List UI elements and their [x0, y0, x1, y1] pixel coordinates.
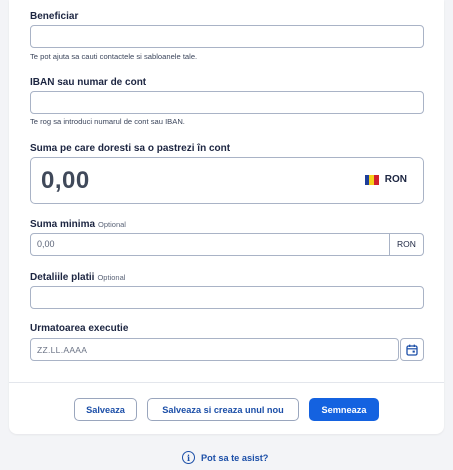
- currency-selector: RON: [364, 174, 407, 185]
- suma-pastrata-label: Suma pe care doresti sa o pastrezi în co…: [30, 143, 231, 154]
- suma-minima-label-text: Suma minima: [30, 219, 96, 230]
- date-input[interactable]: ZZ.LL.AAAA: [30, 338, 399, 361]
- save-new-button[interactable]: Salveaza si creaza unul nou: [147, 398, 299, 421]
- save-button[interactable]: Salveaza: [74, 398, 137, 421]
- calendar-button[interactable]: [400, 338, 424, 361]
- suma-minima-currency: RON: [389, 234, 423, 255]
- suma-pastrata-input[interactable]: 0,00 RON: [30, 157, 424, 204]
- info-icon: i: [182, 451, 195, 464]
- optional-tag: Optional: [98, 220, 126, 229]
- suma-minima-label: Suma minima Optional: [30, 219, 126, 230]
- iban-input[interactable]: [30, 91, 424, 114]
- calendar-icon: [406, 344, 418, 356]
- currency-label: RON: [384, 174, 407, 185]
- detalii-label-text: Detaliile platii: [30, 272, 95, 283]
- help-link[interactable]: i Pot sa te asist?: [182, 451, 268, 464]
- detalii-input[interactable]: [30, 286, 424, 309]
- beneficiar-hint: Te pot ajuta sa cauti contactele si sabl…: [30, 52, 198, 61]
- suma-minima-input[interactable]: 0,00 RON: [30, 233, 424, 256]
- divider: [9, 382, 444, 383]
- iban-label: IBAN sau numar de cont: [30, 77, 147, 88]
- beneficiar-label: Beneficiar: [30, 11, 79, 22]
- beneficiar-input[interactable]: [30, 25, 424, 48]
- urmatoarea-executie-label: Urmatoarea executie: [30, 323, 129, 334]
- suma-pastrata-value: 0,00: [41, 167, 90, 194]
- optional-tag: Optional: [97, 273, 126, 282]
- payment-form-card: [9, 0, 444, 434]
- suma-minima-value: 0,00: [37, 239, 55, 249]
- iban-hint: Te rog sa introduci numarul de cont sau …: [30, 117, 185, 126]
- date-placeholder: ZZ.LL.AAAA: [37, 345, 88, 355]
- romania-flag-icon: [364, 174, 379, 185]
- sign-button[interactable]: Semneaza: [309, 398, 379, 421]
- help-label: Pot sa te asist?: [201, 452, 269, 463]
- detalii-label: Detaliile platii Optional: [30, 272, 125, 283]
